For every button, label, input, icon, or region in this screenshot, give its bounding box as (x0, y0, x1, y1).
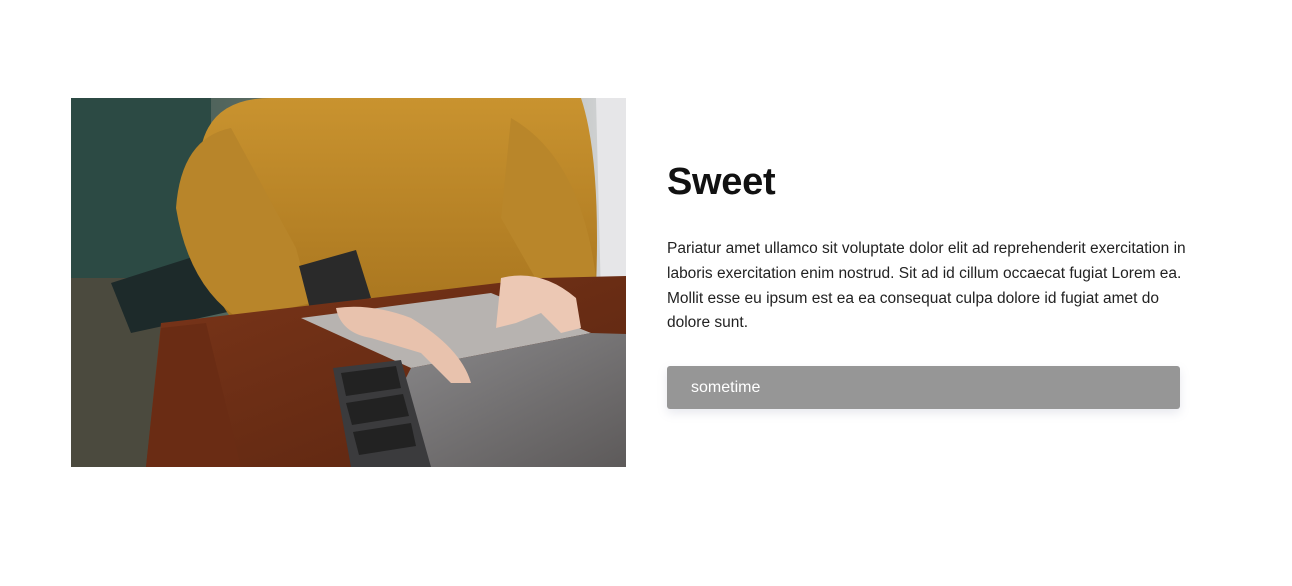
hero-photo (71, 98, 626, 467)
feature-content: Sweet Pariatur amet ullamco sit voluptat… (667, 158, 1207, 410)
sometime-button[interactable]: sometime (667, 366, 1180, 410)
laptop-photo-illustration (71, 98, 626, 467)
feature-section: Sweet Pariatur amet ullamco sit voluptat… (0, 0, 1292, 586)
feature-title: Sweet (667, 161, 776, 203)
feature-description: Pariatur amet ullamco sit voluptate dolo… (667, 240, 1186, 332)
